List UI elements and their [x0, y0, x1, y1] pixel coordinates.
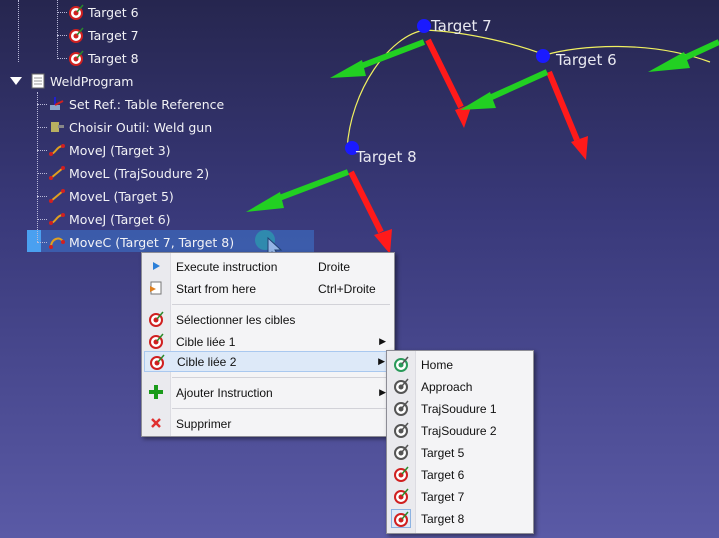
submenu-item-trajsoudure-1[interactable]: TrajSoudure 1	[389, 398, 531, 419]
offscreen-target-frame	[648, 39, 719, 72]
tree-item-target-8[interactable]: Target 8	[68, 47, 139, 69]
target-home-icon	[394, 356, 409, 372]
target-8-label: Target 8	[356, 148, 417, 166]
submenu-cible-liee-2: Home Approach TrajSoudure 1 TrajSoudure …	[386, 350, 534, 534]
tree-item-movej-target6[interactable]: MoveJ (Target 6)	[49, 208, 171, 230]
program-tree: Target 6 Target 7 Target 8 WeldProgram S…	[0, 0, 330, 260]
tree-item-movec[interactable]: MoveC (Target 7, Target 8)	[49, 231, 234, 253]
tree-item-target-6[interactable]: Target 6	[68, 1, 139, 23]
target-gray-icon	[394, 378, 409, 394]
start-here-icon	[150, 281, 162, 295]
submenu-arrow-icon: ▶	[379, 336, 386, 346]
movec-icon	[49, 237, 65, 249]
submenu-item-approach[interactable]: Approach	[389, 376, 531, 397]
target-6-label: Target 6	[556, 51, 617, 69]
menu-item-cible-liee-1[interactable]: Cible liée 1 ▶	[144, 331, 392, 352]
context-menu: Execute instruction Droite Start from he…	[141, 252, 395, 437]
submenu-item-target-6[interactable]: Target 6	[389, 464, 531, 485]
target-icon	[149, 311, 164, 327]
target-icon	[69, 50, 84, 66]
document-icon	[31, 73, 45, 89]
weld-gun-icon	[51, 122, 64, 132]
play-icon	[153, 262, 160, 270]
submenu-item-trajsoudure-2[interactable]: TrajSoudure 2	[389, 420, 531, 441]
reference-frame-icon	[50, 97, 64, 110]
plus-icon	[149, 385, 163, 399]
target-icon	[149, 333, 164, 349]
collapse-triangle-icon[interactable]	[9, 74, 23, 88]
tree-item-movel-target5[interactable]: MoveL (Target 5)	[49, 185, 174, 207]
menu-item-start-from-here[interactable]: Start from here Ctrl+Droite	[144, 278, 392, 299]
movel-icon	[49, 166, 65, 180]
submenu-arrow-icon: ▶	[378, 356, 385, 366]
target-icon	[150, 354, 165, 370]
delete-icon	[151, 418, 161, 428]
movej-icon	[49, 213, 65, 225]
tree-item-weldprogram[interactable]: WeldProgram	[9, 70, 133, 92]
menu-item-supprimer[interactable]: Supprimer	[144, 413, 392, 434]
target-icon	[69, 27, 84, 43]
target-icon	[394, 466, 409, 482]
target-icon	[394, 488, 409, 504]
target-gray-icon	[394, 444, 409, 460]
submenu-item-target-8[interactable]: Target 8	[389, 508, 531, 529]
target-7-label: Target 7	[431, 17, 492, 35]
target-icon	[394, 511, 409, 527]
submenu-item-target-5[interactable]: Target 5	[389, 442, 531, 463]
menu-item-ajouter-instruction[interactable]: Ajouter Instruction ▶	[144, 382, 392, 403]
submenu-item-target-7[interactable]: Target 7	[389, 486, 531, 507]
target-gray-icon	[394, 400, 409, 416]
menu-item-cible-liee-2[interactable]: Cible liée 2 ▶	[144, 351, 392, 372]
submenu-item-home[interactable]: Home	[389, 354, 531, 375]
tree-item-target-7[interactable]: Target 7	[68, 24, 139, 46]
menu-item-execute-instruction[interactable]: Execute instruction Droite	[144, 256, 392, 277]
target-icon	[69, 4, 84, 20]
tree-item-choisir-outil[interactable]: Choisir Outil: Weld gun	[49, 116, 212, 138]
target-7-frame[interactable]	[330, 19, 472, 128]
tree-item-movel-trajsoudure2[interactable]: MoveL (TrajSoudure 2)	[49, 162, 209, 184]
tree-item-set-ref[interactable]: Set Ref.: Table Reference	[49, 93, 224, 115]
menu-item-selectionner-cibles[interactable]: Sélectionner les cibles	[144, 309, 392, 330]
target-gray-icon	[394, 422, 409, 438]
movel-icon	[49, 189, 65, 203]
movej-icon	[49, 144, 65, 156]
submenu-arrow-icon: ▶	[379, 387, 386, 397]
tree-item-movej-target3[interactable]: MoveJ (Target 3)	[49, 139, 171, 161]
